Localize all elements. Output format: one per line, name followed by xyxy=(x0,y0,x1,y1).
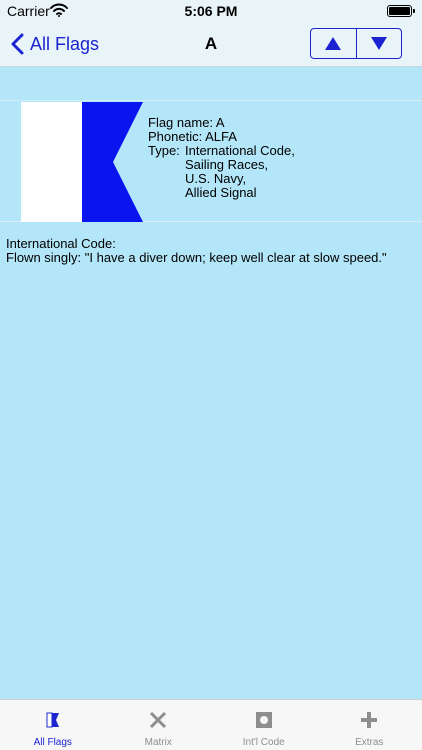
description-heading: International Code: xyxy=(6,236,116,251)
chevron-left-icon xyxy=(11,33,24,55)
battery-icon xyxy=(387,5,415,17)
tab-extras[interactable]: Extras xyxy=(317,700,422,750)
triangle-up-icon xyxy=(325,37,342,50)
description-text: Flown singly: "I have a diver down; keep… xyxy=(6,250,387,265)
triangle-down-icon xyxy=(370,37,387,50)
flag-phonetic: Phonetic: ALFA xyxy=(148,129,237,144)
status-time: 5:06 PM xyxy=(184,3,238,19)
status-bar: Carrier 5:06 PM xyxy=(0,0,422,22)
type-value: International Code, xyxy=(185,143,295,158)
type-label: Type: xyxy=(148,143,180,158)
flag-info: Flag name: A Phonetic: ALFA Type: Intern… xyxy=(148,116,295,200)
tab-label: Int'l Code xyxy=(242,737,285,748)
back-label: All Flags xyxy=(30,33,100,54)
navigation-bar: All Flags A xyxy=(0,22,422,67)
tab-label: Extras xyxy=(355,737,384,748)
tab-matrix[interactable]: Matrix xyxy=(106,700,212,750)
tab-all-flags[interactable]: All Flags xyxy=(0,700,106,750)
flag-name: Flag name: A xyxy=(148,115,225,130)
flag-stepper xyxy=(310,28,402,59)
flag-detail: Flag name: A Phonetic: ALFA Type: Intern… xyxy=(0,68,422,699)
tab-bar: All Flags Matrix Int'l Code Extras xyxy=(0,699,422,750)
flag-description: International Code: Flown singly: "I hav… xyxy=(6,237,387,265)
type-value: U.S. Navy, xyxy=(185,171,247,186)
type-value: Sailing Races, xyxy=(185,157,269,172)
square-dot-icon xyxy=(255,712,272,728)
tab-label: All Flags xyxy=(33,737,72,748)
next-flag-button[interactable] xyxy=(355,29,402,58)
tab-label: Matrix xyxy=(144,737,172,748)
plus-icon xyxy=(361,712,378,728)
tab-intl-code[interactable]: Int'l Code xyxy=(211,700,317,750)
flag-row: Flag name: A Phonetic: ALFA Type: Intern… xyxy=(0,100,422,222)
previous-flag-button[interactable] xyxy=(311,29,356,58)
flag-types: Type: International Code, Sailing Races,… xyxy=(148,144,295,200)
back-button[interactable]: All Flags xyxy=(10,30,99,58)
flag-a-image xyxy=(21,102,143,222)
cross-icon xyxy=(150,711,167,729)
flag-icon xyxy=(46,712,59,728)
type-value: Allied Signal xyxy=(185,185,257,200)
